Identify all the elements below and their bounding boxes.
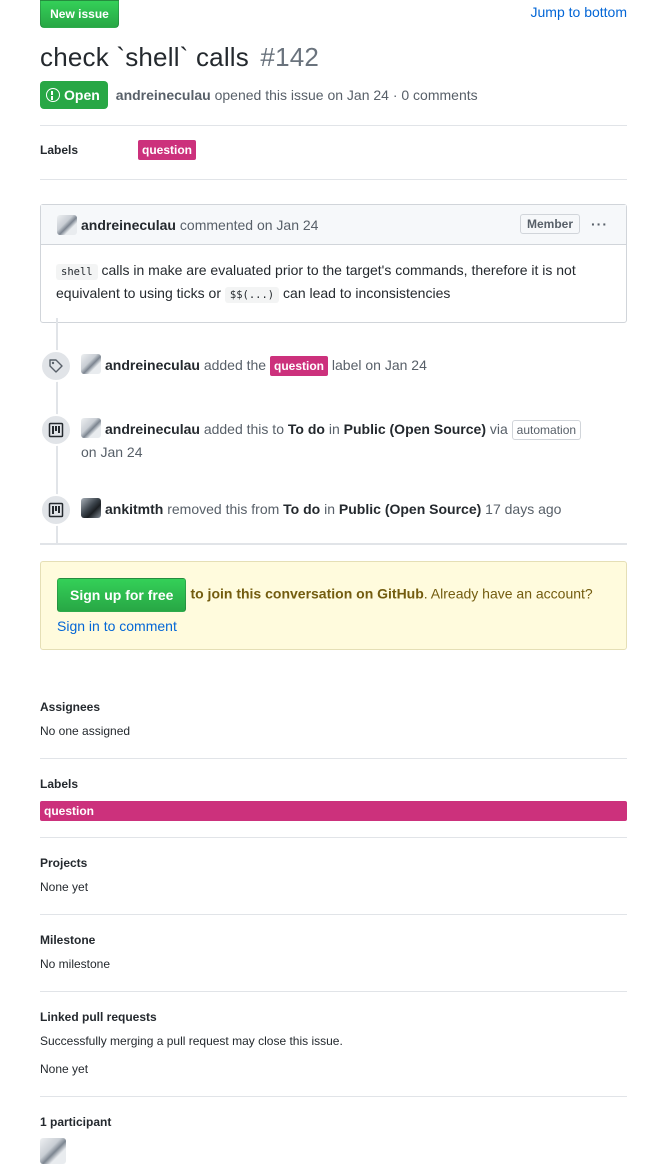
signup-prompt: Sign up for free to join this conversatio… [40,561,627,650]
project-link[interactable]: Public (Open Source) [339,501,481,517]
event-user[interactable]: andreineculau [105,357,200,373]
label-question[interactable]: question [270,356,328,376]
comment-author[interactable]: andreineculau [81,217,176,233]
labels-heading: Labels [40,777,79,791]
event-text-part: in [324,501,336,517]
event-text-part: added this to [203,421,284,437]
comment-text: can lead to inconsistencies [283,285,451,301]
event-user[interactable]: andreineculau [105,421,200,437]
sidebar-milestone: Milestone No milestone [40,933,627,971]
event-user[interactable]: ankitmth [105,501,163,517]
sidebar-projects: Projects None yet [40,856,627,894]
timeline-event-project-removed: ankitmth removed this from To do in Publ… [40,494,627,526]
comment-timestamp[interactable]: commented on Jan 24 [180,217,319,233]
sidebar-participants: 1 participant [40,1115,627,1167]
label-question[interactable]: question [40,801,627,821]
status-text: Open [64,87,100,103]
comment-menu-icon[interactable]: ··· [591,216,608,232]
issue-opened-icon [46,88,60,102]
sidebar-assignees: Assignees No one assigned [40,700,627,738]
author-link[interactable]: andreineculau [116,87,211,103]
project-icon [40,414,72,446]
labels-row: Labels question [40,140,627,160]
timeline-end-divider [40,543,627,545]
assignees-heading: Assignees [40,700,101,714]
avatar[interactable] [81,354,101,374]
event-text: ankitmth removed this from To do in Publ… [81,494,561,521]
issue-title: check `shell` calls #142 [40,42,319,73]
comment-header: andreineculau commented on Jan 24 Member… [41,205,626,245]
linked-prs-note: Successfully merging a pull request may … [40,1034,343,1048]
projects-value: None yet [40,880,89,894]
project-column: To do [287,421,325,437]
divider [40,837,627,838]
avatar[interactable] [40,1138,66,1164]
avatar[interactable] [57,214,77,235]
new-issue-button[interactable]: New issue [40,0,119,28]
comment-body: shell calls in make are evaluated prior … [41,245,626,322]
event-text: andreineculau added this to To do in Pub… [81,414,582,464]
inline-code: $$(...) [224,287,280,303]
sidebar-linked-prs: Linked pull requests Successfully mergin… [40,1010,627,1076]
automation-badge: automation [511,420,582,440]
avatar[interactable] [81,498,101,518]
event-text: andreineculau added the question label o… [81,350,427,377]
milestone-heading: Milestone [40,933,96,947]
participants-heading: 1 participant [40,1115,112,1129]
divider [40,1096,627,1097]
signup-account-text: . Already have an account? [423,585,593,602]
event-text-part: in [328,421,340,437]
project-link[interactable]: Public (Open Source) [344,421,486,437]
assignees-value: No one assigned [40,724,131,738]
avatar[interactable] [81,418,101,438]
issue-meta-text: opened this issue on Jan 24 · 0 comments [214,87,478,103]
issue-comment: andreineculau commented on Jan 24 Member… [40,204,627,323]
sidebar-labels: Labels question [40,777,627,821]
event-text-part: added the [203,357,267,373]
project-icon [40,494,72,526]
sign-up-button[interactable]: Sign up for free [57,578,187,612]
inline-code: shell [56,264,98,280]
event-text-part: label on Jan 24 [331,357,427,373]
event-timestamp[interactable]: 17 days ago [485,501,561,517]
issue-meta: andreineculau opened this issue on Jan 2… [116,87,478,103]
linked-prs-value: None yet [40,1062,89,1076]
event-timestamp[interactable]: on Jan 24 [81,444,143,460]
divider [40,179,627,180]
divider [40,991,627,992]
issue-number: #142 [260,42,320,72]
labels-heading: Labels [40,143,79,157]
divider [40,758,627,759]
timeline-event-labeled: andreineculau added the question label o… [40,350,627,382]
projects-heading: Projects [40,856,88,870]
label-question[interactable]: question [138,140,196,160]
tag-icon [40,350,72,382]
member-badge: Member [519,214,580,234]
event-text-part: removed this from [167,501,280,517]
linked-prs-heading: Linked pull requests [40,1010,157,1024]
event-text-part: via [489,421,508,437]
issue-state-row: Open andreineculau opened this issue on … [40,81,478,109]
timeline-event-project-added: andreineculau added this to To do in Pub… [40,414,627,464]
jump-to-bottom-link[interactable]: Jump to bottom [531,4,628,20]
sign-in-link[interactable]: Sign in to comment [57,618,177,634]
issue-title-text: check `shell` calls [40,42,249,72]
divider [40,914,627,915]
project-column: To do [283,501,321,517]
status-badge: Open [40,81,108,109]
signup-join-text: to join this conversation on GitHub [190,585,424,602]
divider [40,125,627,126]
milestone-value: No milestone [40,957,111,971]
